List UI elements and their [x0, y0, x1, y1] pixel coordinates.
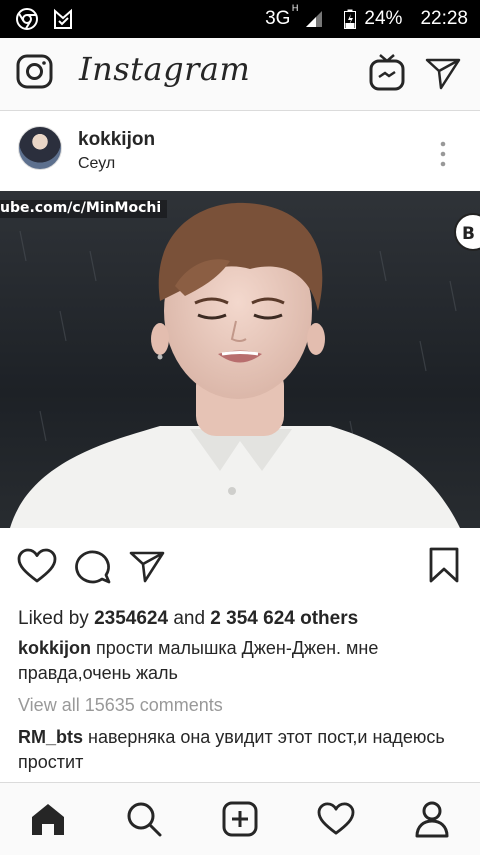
bottom-navigation — [0, 782, 480, 855]
profile-icon — [415, 801, 449, 838]
activity-heart-icon — [317, 802, 355, 835]
chrome-icon — [16, 8, 38, 30]
post-header: kokkijon Сеул — [0, 111, 480, 191]
image-watermark: ube.com/c/MinMochi — [0, 200, 168, 218]
clock: 22:28 — [420, 8, 468, 29]
instagram-logo: Instagram — [79, 50, 251, 88]
comment-username[interactable]: RM_bts — [18, 727, 83, 747]
view-all-comments-link[interactable]: View all 15635 comments — [18, 695, 223, 716]
camera-icon — [16, 54, 53, 89]
status-bar: 3G H 24% 22:28 — [0, 0, 480, 38]
likes-prefix: Liked by — [18, 608, 89, 629]
network-sub-label: H — [291, 3, 299, 13]
nav-add-post-button[interactable] — [220, 799, 260, 839]
likes-others[interactable]: 2 354 624 others — [210, 608, 358, 629]
nav-search-button[interactable] — [124, 799, 164, 839]
nav-activity-button[interactable] — [316, 799, 356, 839]
likes-first[interactable]: 2354624 — [94, 608, 168, 629]
post-location[interactable]: Сеул — [78, 155, 115, 173]
corner-badge: B — [454, 213, 480, 251]
share-icon — [129, 551, 165, 583]
corner-badge-text: B — [462, 224, 475, 244]
photo-illustration — [10, 202, 460, 528]
avatar[interactable] — [18, 126, 62, 170]
share-button[interactable] — [128, 549, 166, 583]
save-button[interactable] — [428, 546, 460, 584]
likes-and: and — [173, 608, 206, 629]
more-vertical-icon — [440, 141, 446, 167]
igtv-button[interactable] — [368, 52, 406, 92]
top-app-bar: Instagram — [0, 38, 480, 111]
post-caption: kokkijon прости малышка Джен-Джен. мне п… — [18, 636, 464, 686]
network-label: 3G — [265, 8, 291, 29]
add-post-icon — [222, 801, 258, 837]
comment-text: наверняка она увидит этот пост,и надеюсь… — [18, 727, 445, 772]
post-options-button[interactable] — [432, 139, 454, 169]
caption-username[interactable]: kokkijon — [18, 638, 91, 658]
home-icon — [32, 804, 64, 835]
comment-button[interactable] — [74, 548, 112, 584]
direct-messages-button[interactable] — [424, 56, 462, 90]
nav-profile-button[interactable] — [412, 799, 452, 839]
network-type: 3G H — [265, 3, 298, 30]
camera-button[interactable] — [16, 53, 54, 91]
comment-icon — [75, 550, 111, 584]
download-check-icon — [52, 8, 74, 30]
direct-send-icon — [425, 58, 461, 90]
battery-icon — [344, 9, 357, 29]
likes-summary[interactable]: Liked by 2354624 and 2 354 624 others — [18, 608, 358, 630]
post-image[interactable]: ube.com/c/MinMochi B — [0, 191, 480, 528]
nav-home-button[interactable] — [28, 799, 68, 839]
post-actions — [0, 528, 480, 604]
comment-item: RM_bts наверняка она увидит этот пост,и … — [18, 725, 464, 775]
battery-percent: 24% — [364, 8, 403, 29]
igtv-icon — [369, 54, 405, 91]
search-icon — [127, 802, 162, 837]
bookmark-icon — [429, 547, 459, 583]
post-username[interactable]: kokkijon — [78, 129, 155, 151]
heart-icon — [17, 548, 57, 583]
signal-icon — [306, 11, 323, 27]
like-button[interactable] — [17, 548, 57, 584]
